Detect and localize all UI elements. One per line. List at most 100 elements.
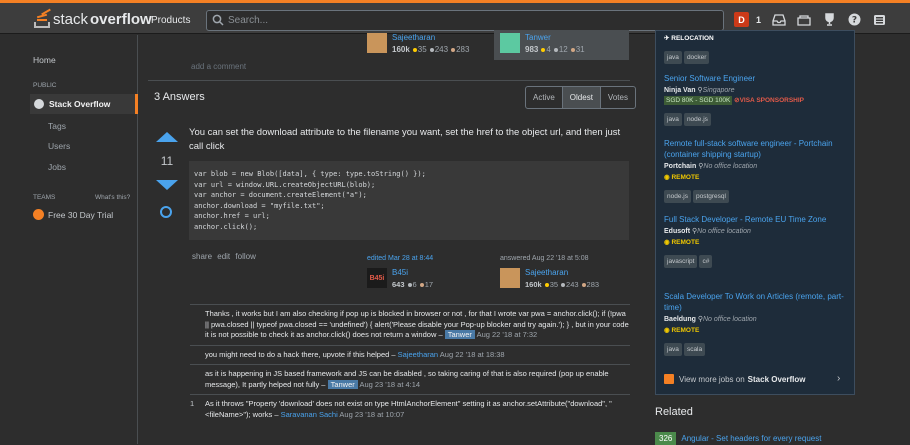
job-listing[interactable]: Scala Developer To Work on Articles (rem… bbox=[664, 291, 850, 356]
tag[interactable]: scala bbox=[683, 343, 706, 356]
tab-votes[interactable]: Votes bbox=[599, 87, 635, 108]
nav-section-teams: TEAMS bbox=[33, 194, 56, 201]
tag[interactable]: javascript bbox=[664, 255, 698, 268]
user-name[interactable]: Tanwer bbox=[525, 33, 551, 42]
logo-text-overflow: overflow bbox=[90, 10, 152, 28]
comment-user[interactable]: Tanwer bbox=[327, 379, 358, 389]
question-owner-info: Tanwer 983 4 12 31 bbox=[500, 30, 625, 60]
user-stats: 643 6 17 bbox=[392, 280, 434, 289]
code-line: var url = window.URL.createObjectURL(blo… bbox=[194, 180, 376, 189]
tag[interactable]: java bbox=[664, 113, 682, 126]
history-icon[interactable] bbox=[160, 206, 172, 218]
user-name[interactable]: Sajeetharan bbox=[392, 33, 435, 42]
tag[interactable]: java bbox=[664, 51, 682, 64]
job-tags: java docker bbox=[664, 46, 850, 64]
downvote-button[interactable] bbox=[156, 180, 178, 190]
related-title[interactable]: Angular - Set headers for every request bbox=[681, 434, 821, 443]
remote-badge: ◉ REMOTE bbox=[664, 239, 700, 246]
tab-oldest[interactable]: Oldest bbox=[561, 87, 600, 108]
top-bar: stackoverflow Products D 1 ? bbox=[0, 0, 910, 34]
nav-tags[interactable]: Tags bbox=[48, 121, 66, 131]
nav-users[interactable]: Users bbox=[48, 141, 70, 151]
stackoverflow-logo[interactable]: stack overflow bbox=[34, 8, 152, 29]
nav-jobs[interactable]: Jobs bbox=[48, 162, 66, 172]
trophy-icon[interactable] bbox=[822, 13, 836, 27]
products-link[interactable]: Products bbox=[151, 15, 190, 26]
post-menu: share edit follow bbox=[192, 252, 256, 261]
job-listing[interactable]: Senior Software Engineer Ninja Van ⚲Sing… bbox=[664, 73, 850, 126]
logo-icon bbox=[34, 8, 51, 28]
avatar[interactable] bbox=[500, 33, 520, 53]
whats-this-link[interactable]: What's this? bbox=[95, 194, 130, 201]
comment-user[interactable]: Saravanan Sachi bbox=[281, 410, 338, 419]
user-name[interactable]: Sajeetharan bbox=[525, 268, 568, 277]
relocation-badge: ✈ RELOCATION bbox=[664, 34, 714, 42]
tag[interactable]: node.js bbox=[664, 190, 691, 203]
answered-timestamp: answered Aug 22 '18 at 5:08 bbox=[500, 255, 589, 262]
edit-link[interactable]: edit bbox=[217, 252, 230, 261]
inbox-icon[interactable] bbox=[772, 13, 786, 27]
search-input[interactable] bbox=[228, 13, 708, 28]
job-listing[interactable]: Remote full-stack software engineer - Po… bbox=[664, 138, 850, 203]
tag[interactable]: postgresql bbox=[692, 190, 729, 203]
site-switcher-icon[interactable] bbox=[872, 13, 886, 27]
nav-section-public: PUBLIC bbox=[33, 82, 57, 89]
svg-text:?: ? bbox=[851, 16, 856, 26]
tag[interactable]: docker bbox=[683, 51, 710, 64]
help-icon[interactable]: ? bbox=[847, 13, 861, 27]
comment-user[interactable]: Sajeetharan bbox=[398, 350, 438, 359]
teams-trial-icon bbox=[33, 209, 44, 220]
job-title[interactable]: Remote full-stack software engineer - Po… bbox=[664, 138, 850, 160]
jobs-sidebar: ✈ RELOCATION java docker Senior Software … bbox=[655, 30, 855, 395]
user-name[interactable]: B45i bbox=[392, 268, 408, 277]
avatar[interactable] bbox=[367, 33, 387, 53]
job-company: Ninja Van ⚲Singapore bbox=[664, 87, 735, 94]
job-title[interactable]: Full Stack Developer - Remote EU Time Zo… bbox=[664, 214, 850, 225]
vote-count: 11 bbox=[160, 154, 174, 168]
user-stats: 160k 35 243 283 bbox=[392, 45, 470, 54]
comment-user[interactable]: Tanwer bbox=[444, 330, 475, 339]
code-line: anchor.click(); bbox=[194, 222, 258, 231]
achievements-icon[interactable] bbox=[797, 13, 811, 27]
code-line: var anchor = document.createElement("a")… bbox=[194, 191, 367, 199]
view-more-jobs-link[interactable]: View more jobs on Stack Overflow bbox=[664, 374, 805, 384]
avatar[interactable]: B45i bbox=[367, 268, 387, 288]
tag[interactable]: java bbox=[664, 343, 682, 356]
answer-sort-tabs: Active Oldest Votes bbox=[525, 86, 636, 109]
comment-date[interactable]: Aug 22 '18 at 18:38 bbox=[440, 350, 505, 359]
job-salary: SGD 80K - SGD 100K ⊘VISA SPONSORSHIP bbox=[664, 96, 804, 105]
free-trial-link[interactable]: Free 30 Day Trial bbox=[33, 209, 113, 220]
nav-stack-overflow-label: Stack Overflow bbox=[49, 99, 111, 109]
user-avatar[interactable]: D bbox=[734, 12, 749, 27]
reputation-count: 1 bbox=[756, 14, 762, 25]
nav-stack-overflow[interactable]: Stack Overflow bbox=[30, 94, 138, 114]
comment-date[interactable]: Aug 23 '18 at 4:14 bbox=[359, 380, 420, 389]
stackoverflow-jobs-icon bbox=[664, 374, 674, 384]
edited-timestamp[interactable]: edited Mar 28 at 8:44 bbox=[367, 255, 487, 262]
logo-text-stack: stack bbox=[53, 10, 89, 28]
tag[interactable]: node.js bbox=[683, 113, 711, 126]
comment-date[interactable]: Aug 23 '18 at 10:07 bbox=[339, 410, 404, 419]
code-line: anchor.href = url; bbox=[194, 212, 270, 220]
search-box[interactable] bbox=[206, 10, 724, 31]
job-title[interactable]: Senior Software Engineer bbox=[664, 73, 850, 84]
related-header: Related bbox=[655, 406, 693, 418]
job-listing[interactable]: Full Stack Developer - Remote EU Time Zo… bbox=[664, 214, 850, 268]
add-comment-link[interactable]: add a comment bbox=[191, 62, 246, 71]
tag[interactable]: c# bbox=[699, 255, 713, 268]
avatar[interactable] bbox=[500, 268, 520, 288]
job-title[interactable]: Scala Developer To Work on Articles (rem… bbox=[664, 291, 850, 313]
chevron-right-icon[interactable]: › bbox=[837, 373, 840, 384]
job-tags: java node.js bbox=[664, 108, 850, 126]
share-link[interactable]: share bbox=[192, 252, 212, 261]
comment-text: you might need to do a hack there, upvot… bbox=[205, 349, 396, 359]
comment: you might need to do a hack there, upvot… bbox=[190, 344, 630, 365]
related-question[interactable]: 326 Angular - Set headers for every requ… bbox=[655, 432, 821, 445]
upvote-button[interactable] bbox=[156, 132, 178, 142]
comment: as it is happening in JS based framework… bbox=[190, 364, 630, 394]
tab-active[interactable]: Active bbox=[526, 87, 562, 108]
nav-home[interactable]: Home bbox=[33, 55, 56, 65]
comment-date[interactable]: Aug 22 '18 at 7:32 bbox=[477, 330, 538, 339]
follow-link[interactable]: follow bbox=[235, 252, 255, 261]
job-tags: javascript c# bbox=[664, 250, 850, 268]
